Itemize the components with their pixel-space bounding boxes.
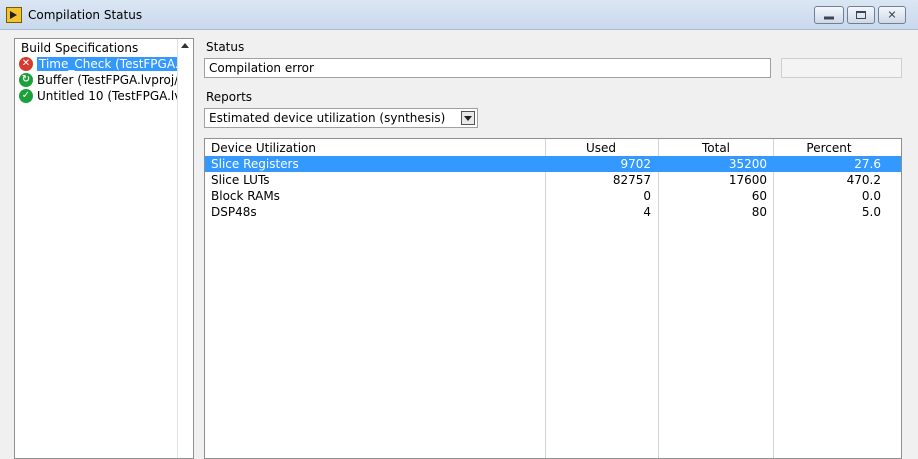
build-item-label: Time_Check (TestFPGA.lvproj/FPGA Target) [37,57,177,71]
build-item-untitled-10[interactable]: ✓ Untitled 10 (TestFPGA.lvproj/FPGA Targ… [17,88,177,104]
table-header: Device Utilization Used Total Percent [205,139,901,156]
column-header-used[interactable]: Used [545,140,657,156]
build-items: ✕ Time_Check (TestFPGA.lvproj/FPGA Targe… [17,56,177,104]
cell-total: 17600 [728,173,767,187]
cell-percent: 0.0 [861,189,881,203]
success-status-icon: ✓ [19,89,33,103]
column-header-percent[interactable]: Percent [775,140,883,156]
build-item-buffer[interactable]: ↻ Buffer (TestFPGA.lvproj/FPGA Target) [17,72,177,88]
status-label: Status [206,40,245,54]
build-item-label: Buffer (TestFPGA.lvproj/FPGA Target) [37,73,177,87]
table-row[interactable]: Slice Registers 9702 35200 27.6 [205,156,901,172]
cell-device: DSP48s [211,205,257,219]
cell-percent: 470.2 [846,173,881,187]
cell-used: 4 [643,205,651,219]
title-bar: Compilation Status ✕ [0,0,918,30]
status-progress-box [781,58,902,78]
labview-app-icon [6,7,22,23]
cell-used: 0 [643,189,651,203]
reports-dropdown[interactable]: Estimated device utilization (synthesis) [204,108,478,128]
cell-used: 82757 [612,173,651,187]
in-progress-status-icon: ↻ [19,73,33,87]
dropdown-arrow-icon[interactable] [461,111,475,125]
cell-percent: 27.6 [854,157,881,171]
cell-device: Slice LUTs [211,173,270,187]
minimize-icon [824,16,834,20]
build-list-scrollbar[interactable] [177,39,193,458]
build-specifications-header: Build Specifications [21,41,139,55]
table-row[interactable]: DSP48s 4 80 5.0 [205,204,901,220]
cell-device: Slice Registers [211,157,299,171]
table-row[interactable]: Block RAMs 0 60 0.0 [205,188,901,204]
cell-used: 9702 [620,157,651,171]
minimize-button[interactable] [814,6,844,24]
cell-total: 80 [751,205,767,219]
device-utilization-table[interactable]: Device Utilization Used Total Percent Sl… [204,138,902,459]
build-item-label: Untitled 10 (TestFPGA.lvproj/FPGA Target… [37,89,177,103]
table-row[interactable]: Slice LUTs 82757 17600 470.2 [205,172,901,188]
scroll-up-arrow-icon[interactable] [181,43,189,48]
cell-percent: 5.0 [861,205,881,219]
status-field: Compilation error [204,58,771,78]
column-header-device-utilization[interactable]: Device Utilization [211,140,541,156]
maximize-icon [856,11,866,19]
cell-total: 35200 [728,157,767,171]
cell-total: 60 [751,189,767,203]
build-specifications-list[interactable]: Build Specifications ✕ Time_Check (TestF… [14,38,194,459]
column-header-total[interactable]: Total [659,140,773,156]
build-item-time-check[interactable]: ✕ Time_Check (TestFPGA.lvproj/FPGA Targe… [17,56,177,72]
maximize-button[interactable] [847,6,875,24]
close-icon: ✕ [887,8,897,22]
window-title: Compilation Status [28,8,143,22]
close-button[interactable]: ✕ [878,6,906,24]
error-status-icon: ✕ [19,57,33,71]
reports-selected-value: Estimated device utilization (synthesis) [209,111,446,125]
cell-device: Block RAMs [211,189,280,203]
reports-label: Reports [206,90,253,104]
